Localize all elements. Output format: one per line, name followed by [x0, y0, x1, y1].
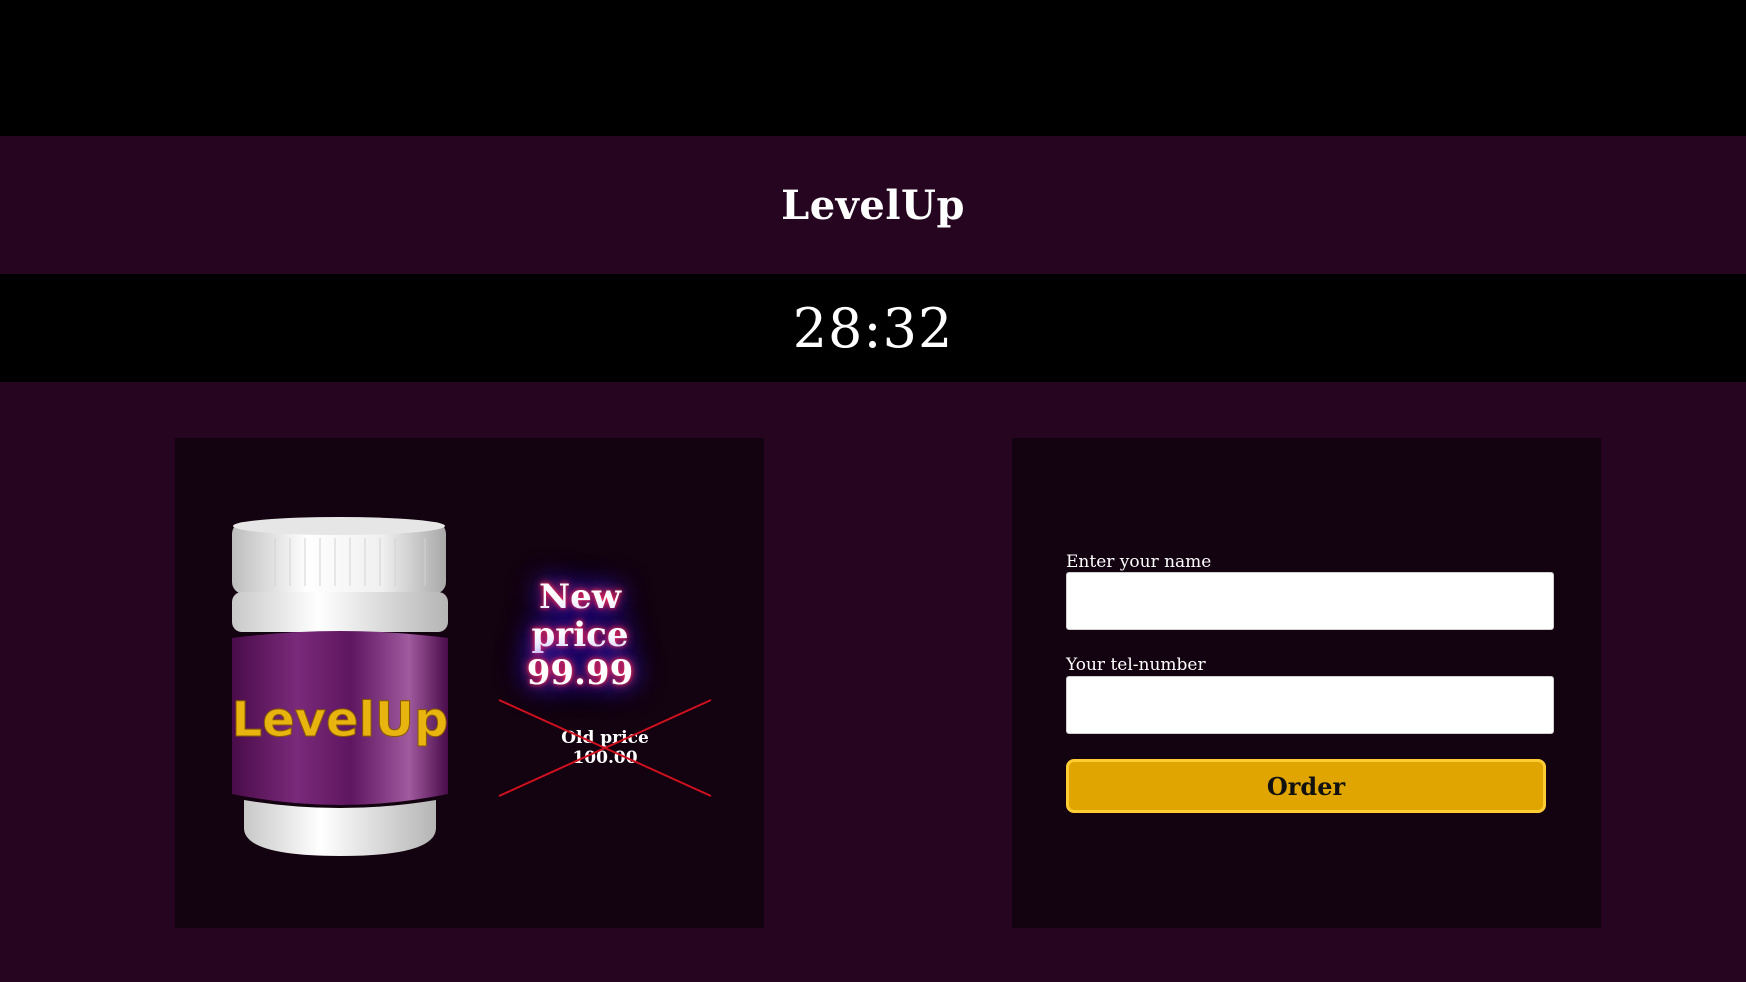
countdown-bar: 28:32 — [0, 274, 1746, 382]
new-price-label: New price — [531, 577, 629, 655]
product-jar-image: LevelUp — [231, 517, 449, 856]
old-price: Old price 100.00 — [497, 698, 713, 798]
phone-input[interactable] — [1066, 676, 1554, 734]
name-field-label: Enter your name — [1066, 552, 1212, 572]
order-button[interactable]: Order — [1066, 759, 1546, 813]
order-form-card: Enter your name Your tel-number Order — [1012, 438, 1601, 928]
brand-title: LevelUp — [781, 181, 965, 229]
new-price-value: 99.99 — [526, 653, 634, 693]
product-card: LevelUp New price 99.99 Old price 100.00 — [175, 438, 764, 928]
countdown-timer: 28:32 — [792, 296, 954, 360]
site-header: LevelUp — [0, 136, 1746, 274]
top-black-bar — [0, 0, 1746, 136]
phone-field-label: Your tel-number — [1066, 655, 1206, 675]
new-price: New price 99.99 — [485, 578, 675, 692]
strikethrough-cross — [498, 699, 712, 797]
name-input[interactable] — [1066, 572, 1554, 630]
jar-label-text: LevelUp — [232, 692, 449, 748]
